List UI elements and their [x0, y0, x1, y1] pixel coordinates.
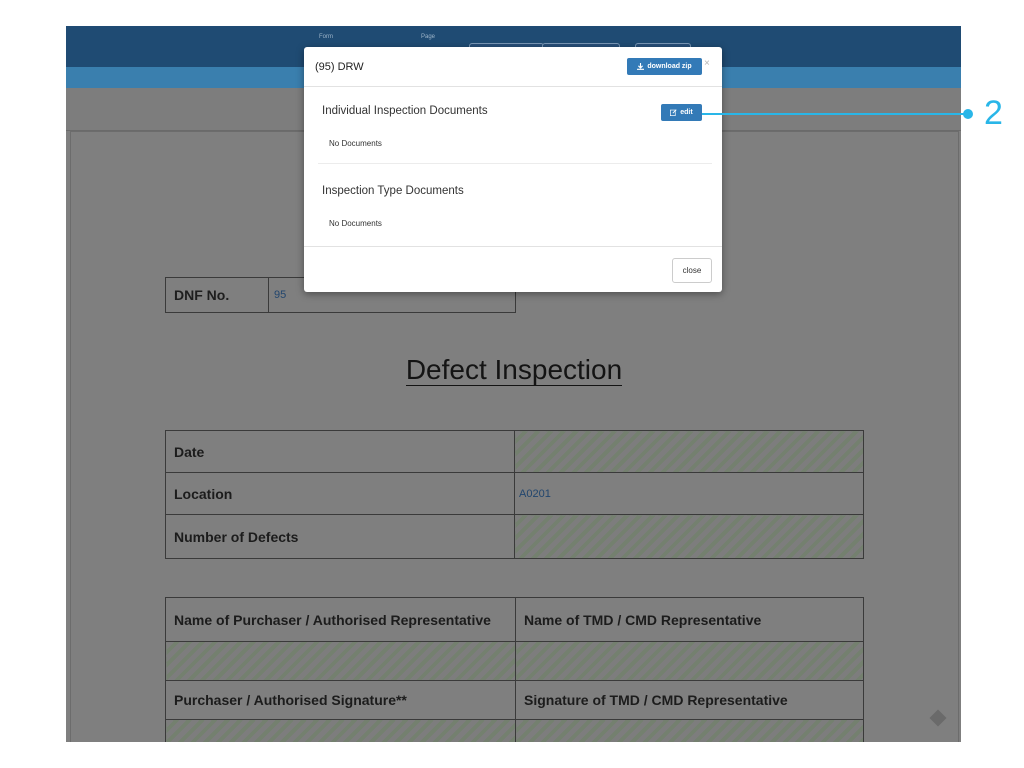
- section-divider: [318, 163, 712, 164]
- table-row: Purchaser / Authorised Signature** Signa…: [165, 680, 864, 720]
- purchaser-name-field[interactable]: [165, 641, 516, 681]
- download-icon: [637, 63, 645, 70]
- info-table: Date Location A0201 Number of Defects: [165, 430, 864, 559]
- table-row: Date: [165, 430, 864, 473]
- tmd-signature-header: Signature of TMD / CMD Representative: [515, 680, 864, 720]
- table-row: Number of Defects: [165, 514, 864, 559]
- edit-label: edit: [680, 109, 693, 116]
- table-row: Name of Purchaser / Authorised Represent…: [165, 597, 864, 642]
- date-field[interactable]: [514, 430, 864, 473]
- modal-header: (95) DRW download zip ×: [304, 47, 722, 87]
- type-docs-title: Inspection Type Documents: [322, 185, 464, 197]
- form-title-text: Defect Inspection: [405, 354, 623, 386]
- dnf-label: DNF No.: [166, 278, 269, 312]
- callout-dot: [963, 109, 973, 119]
- purchaser-signature-field[interactable]: [165, 719, 516, 742]
- close-icon[interactable]: ×: [704, 58, 710, 69]
- download-zip-label: download zip: [647, 63, 692, 70]
- documents-modal: (95) DRW download zip × Individual Inspe…: [304, 47, 722, 292]
- type-docs-empty: No Documents: [329, 219, 382, 228]
- table-row: [165, 719, 864, 742]
- tmd-name-field[interactable]: [515, 641, 864, 681]
- individual-docs-title: Individual Inspection Documents: [322, 105, 488, 117]
- form-label: Form: [319, 34, 333, 40]
- callout-number: 2: [984, 94, 1003, 132]
- modal-footer-divider: [304, 246, 722, 247]
- edit-button[interactable]: edit: [661, 104, 702, 121]
- purchaser-name-header: Name of Purchaser / Authorised Represent…: [165, 597, 516, 642]
- location-value[interactable]: A0201: [514, 472, 864, 515]
- table-row: [165, 641, 864, 681]
- modal-title: (95) DRW: [315, 61, 364, 73]
- form-title: Defect Inspection: [164, 354, 864, 386]
- tmd-name-header: Name of TMD / CMD Representative: [515, 597, 864, 642]
- close-button[interactable]: close: [672, 258, 712, 283]
- purchaser-signature-header: Purchaser / Authorised Signature**: [165, 680, 516, 720]
- representative-table: Name of Purchaser / Authorised Represent…: [165, 597, 864, 742]
- location-label: Location: [165, 472, 515, 515]
- date-label: Date: [165, 430, 515, 473]
- defects-field[interactable]: [514, 514, 864, 559]
- callout-line: [702, 113, 968, 115]
- tmd-signature-field[interactable]: [515, 719, 864, 742]
- table-row: Location A0201: [165, 472, 864, 515]
- edit-icon: [670, 109, 677, 116]
- individual-docs-empty: No Documents: [329, 139, 382, 148]
- defects-label: Number of Defects: [165, 514, 515, 559]
- download-zip-button[interactable]: download zip: [627, 58, 702, 75]
- page-label: Page: [421, 34, 436, 40]
